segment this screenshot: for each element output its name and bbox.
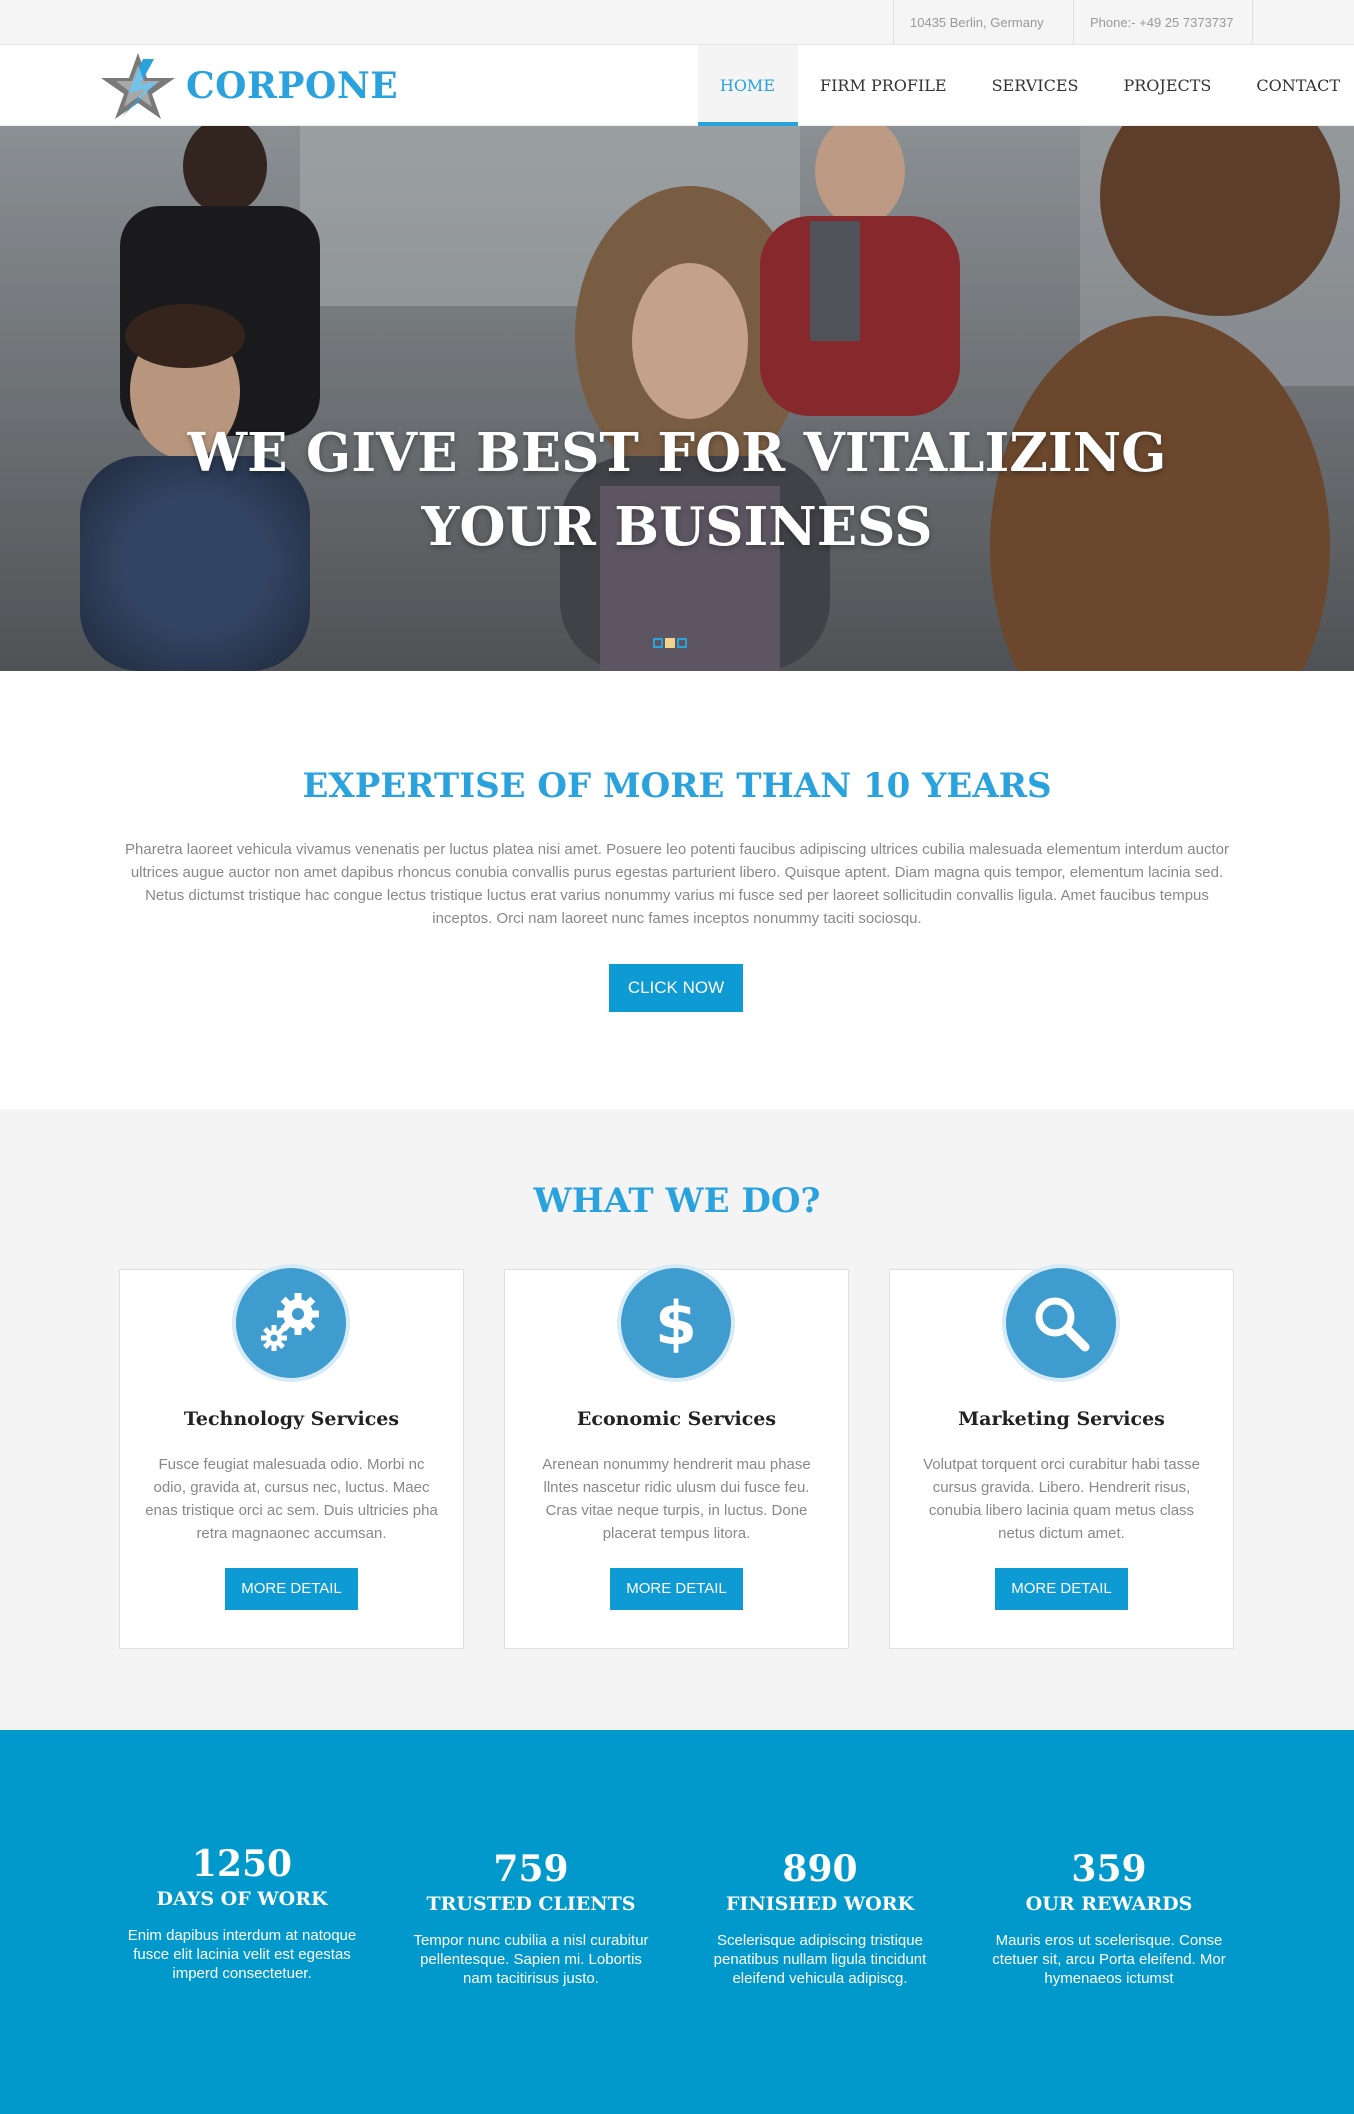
services-title: WHAT WE DO?	[533, 1181, 821, 1221]
main-nav: HOME FIRM PROFILE SERVICES PROJECTS CONT…	[697, 45, 1354, 126]
service-desc: Arenean nonummy hendrerit mau phase llnt…	[542, 1456, 811, 1542]
logo[interactable]: CORPONE	[98, 51, 398, 121]
nav-services[interactable]: SERVICES	[970, 45, 1102, 126]
nav-projects[interactable]: PROJECTS	[1101, 45, 1234, 126]
more-detail-button[interactable]: MORE DETAIL	[610, 1568, 743, 1610]
expertise-title: EXPERTISE OF MORE THAN 10 YEARS	[302, 766, 1052, 806]
nav-home[interactable]: HOME	[697, 45, 799, 126]
service-desc: Volutpat torquent orci curabitur habi ta…	[923, 1456, 1200, 1542]
click-now-button[interactable]: CLICK NOW	[609, 964, 743, 1012]
slider-dots	[653, 638, 687, 648]
stat-number: 890	[782, 1848, 858, 1890]
stat-our-rewards: 359 OUR REWARDS Mauris eros ut scelerisq…	[979, 1847, 1239, 1988]
service-title: Economic Services	[576, 1408, 777, 1430]
hero-headline-line1: WE GIVE BEST FOR VITALIZING	[187, 422, 1167, 484]
svg-text:$: $	[655, 1289, 697, 1358]
star-logo-icon	[101, 53, 175, 119]
nav-firm-profile[interactable]: FIRM PROFILE	[798, 45, 970, 126]
stat-text: Enim dapibus interdum at natoque fusce e…	[127, 1927, 357, 1982]
stat-days-of-work: 1250 DAYS OF WORK Enim dapibus interdum …	[112, 1842, 372, 1983]
brand-name: CORPONE	[186, 65, 399, 107]
stat-number: 1250	[191, 1843, 293, 1885]
stat-number: 759	[493, 1848, 569, 1890]
address-text: 10435 Berlin, Germany	[893, 0, 1073, 45]
service-title: Technology Services	[183, 1408, 400, 1430]
more-detail-button[interactable]: MORE DETAIL	[995, 1568, 1128, 1610]
hero-background-image	[0, 126, 1354, 671]
hero-headline: WE GIVE BEST FOR VITALIZING YOUR BUSINES…	[0, 416, 1354, 564]
services-section: WHAT WE DO? Technology Services Fusce fe…	[0, 1109, 1354, 1730]
stat-label: DAYS OF WORK	[156, 1888, 328, 1910]
nav-contact[interactable]: CONTACT	[1234, 45, 1354, 126]
gears-icon	[232, 1264, 350, 1382]
expertise-body: Pharetra laoreet vehicula vivamus venena…	[125, 841, 1229, 927]
stats-section: 1250 DAYS OF WORK Enim dapibus interdum …	[0, 1730, 1354, 2114]
stat-finished-work: 890 FINISHED WORK Scelerisque adipiscing…	[690, 1847, 950, 1988]
expertise-section: EXPERTISE OF MORE THAN 10 YEARS Pharetra…	[0, 671, 1354, 1109]
service-card-economic: $ Economic Services Arenean nonummy hend…	[504, 1264, 849, 1649]
hero-slider: WE GIVE BEST FOR VITALIZING YOUR BUSINES…	[0, 126, 1354, 671]
service-card-marketing: Marketing Services Volutpat torquent orc…	[889, 1264, 1234, 1649]
service-title: Marketing Services	[958, 1408, 1165, 1430]
slider-dot-1[interactable]	[653, 638, 663, 648]
site-header: CORPONE HOME FIRM PROFILE SERVICES PROJE…	[0, 45, 1354, 126]
service-desc: Fusce feugiat malesuada odio. Morbi nc o…	[145, 1456, 438, 1542]
stat-number: 359	[1071, 1848, 1147, 1890]
hero-headline-line2: YOUR BUSINESS	[421, 496, 933, 558]
stat-label: FINISHED WORK	[725, 1893, 915, 1915]
slider-dot-3[interactable]	[677, 638, 687, 648]
slider-dot-2[interactable]	[665, 638, 675, 648]
stat-text: Scelerisque adipiscing tristique penatib…	[713, 1932, 927, 1987]
stat-text: Mauris eros ut scelerisque. Conse ctetue…	[992, 1932, 1226, 1987]
stat-text: Tempor nunc cubilia a nisl curabitur pel…	[413, 1932, 649, 1987]
top-info-bar: 10435 Berlin, Germany Phone:- +49 25 737…	[0, 0, 1354, 45]
phone-text: Phone:- +49 25 7373737	[1073, 0, 1253, 45]
search-icon	[1002, 1264, 1120, 1382]
stat-trusted-clients: 759 TRUSTED CLIENTS Tempor nunc cubilia …	[401, 1847, 661, 1988]
more-detail-button[interactable]: MORE DETAIL	[225, 1568, 358, 1610]
stat-label: TRUSTED CLIENTS	[426, 1893, 636, 1915]
dollar-icon: $	[617, 1264, 735, 1382]
stat-label: OUR REWARDS	[1025, 1893, 1193, 1915]
service-card-technology: Technology Services Fusce feugiat malesu…	[119, 1264, 464, 1649]
